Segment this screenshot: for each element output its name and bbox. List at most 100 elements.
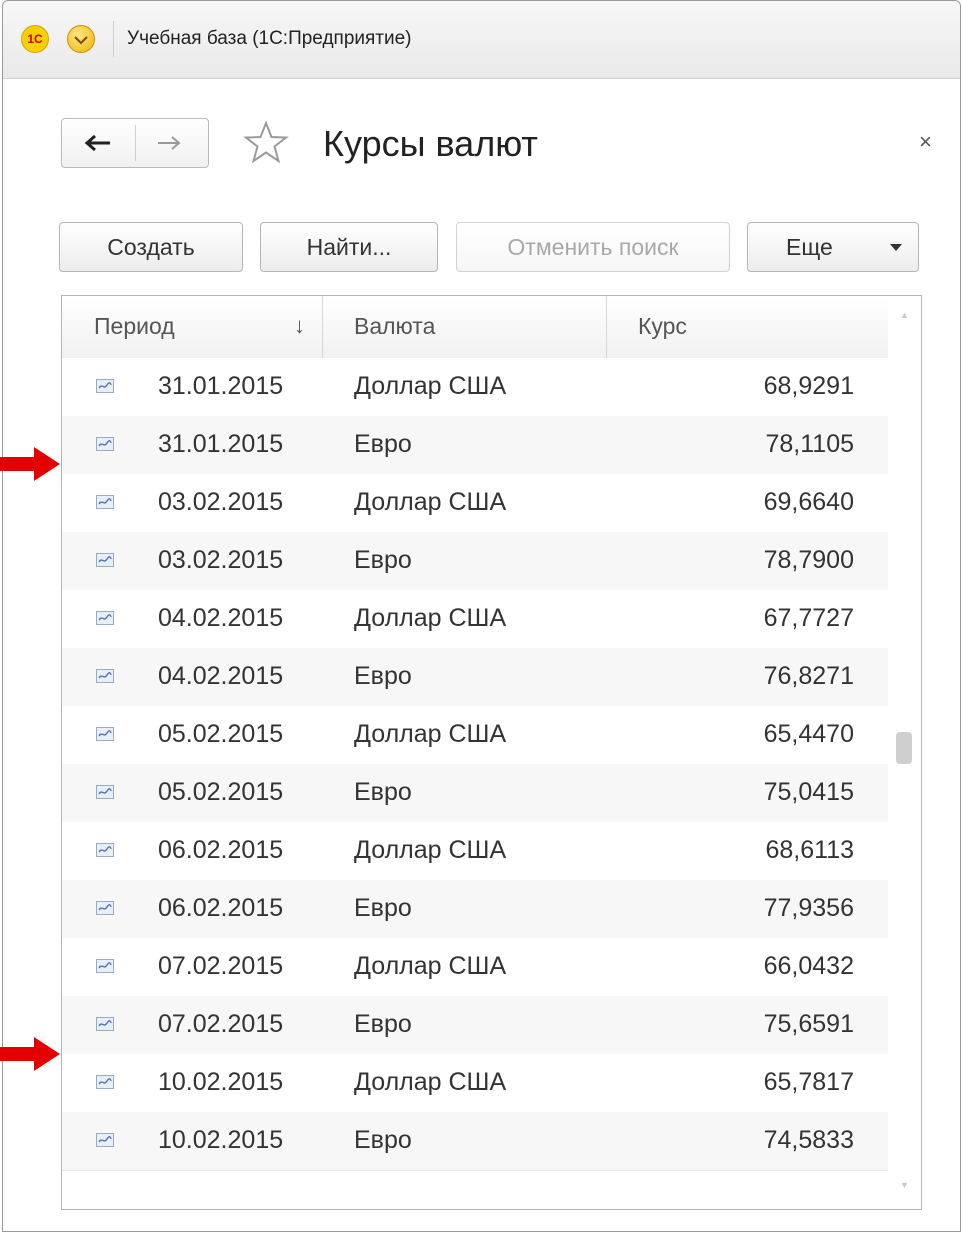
dropdown-caret-icon bbox=[890, 244, 902, 251]
rate-cell: 78,7900 bbox=[763, 546, 854, 574]
table-row[interactable]: 03.02.2015 Доллар США 69,6640 bbox=[62, 474, 888, 533]
period-cell: 07.02.2015 bbox=[158, 952, 284, 980]
rate-cell: 65,7817 bbox=[763, 1068, 854, 1096]
currency-rates-table: Период ↓ Валюта Курс 31.01.2015 Доллар СШ… bbox=[61, 295, 922, 1210]
register-record-icon bbox=[96, 495, 114, 509]
register-record-icon bbox=[96, 785, 114, 799]
scroll-down-icon[interactable]: ▼ bbox=[900, 1180, 909, 1190]
column-header-currency[interactable]: Валюта bbox=[354, 296, 604, 358]
currency-cell: Евро bbox=[354, 430, 412, 458]
app-logo-icon: 1С bbox=[21, 25, 49, 53]
table-row[interactable]: 07.02.2015 Доллар США 66,0432 bbox=[62, 938, 888, 997]
column-header-period[interactable]: Период ↓ bbox=[94, 296, 344, 358]
table-row[interactable]: 31.01.2015 Евро 78,1105 bbox=[62, 416, 888, 475]
register-record-icon bbox=[96, 727, 114, 741]
currency-cell: Доллар США bbox=[354, 372, 507, 400]
register-record-icon bbox=[96, 437, 114, 451]
period-cell: 05.02.2015 bbox=[158, 720, 284, 748]
table-row[interactable]: 05.02.2015 Доллар США 65,4470 bbox=[62, 706, 888, 765]
find-button[interactable]: Найти... bbox=[260, 222, 438, 272]
table-row[interactable]: 04.02.2015 Доллар США 67,7727 bbox=[62, 590, 888, 649]
table-row[interactable]: 10.02.2015 Доллар США 65,7817 bbox=[62, 1054, 888, 1113]
rate-cell: 67,7727 bbox=[763, 604, 854, 632]
register-record-icon bbox=[96, 611, 114, 625]
register-record-icon bbox=[96, 1017, 114, 1031]
forward-button[interactable] bbox=[156, 133, 184, 158]
period-cell: 06.02.2015 bbox=[158, 836, 284, 864]
favorite-star-icon[interactable] bbox=[243, 120, 289, 169]
table-row[interactable]: 06.02.2015 Доллар США 68,6113 bbox=[62, 822, 888, 881]
app-title: Учебная база (1С:Предприятие) bbox=[127, 28, 412, 49]
page-title: Курсы валют bbox=[323, 123, 538, 164]
arrow-left-icon bbox=[84, 134, 110, 152]
column-separator bbox=[322, 296, 323, 358]
close-icon[interactable]: × bbox=[919, 131, 932, 153]
period-cell: 04.02.2015 bbox=[158, 662, 284, 690]
currency-cell: Евро bbox=[354, 1010, 412, 1038]
currency-cell: Доллар США bbox=[354, 488, 507, 516]
more-button-label: Еще bbox=[786, 234, 833, 260]
register-record-icon bbox=[96, 553, 114, 567]
table-row[interactable]: 06.02.2015 Евро 77,9356 bbox=[62, 880, 888, 939]
period-cell: 10.02.2015 bbox=[158, 1068, 284, 1096]
register-record-icon bbox=[96, 959, 114, 973]
currency-cell: Доллар США bbox=[354, 604, 507, 632]
table-row[interactable]: 04.02.2015 Евро 76,8271 bbox=[62, 648, 888, 707]
scroll-thumb[interactable] bbox=[896, 732, 912, 764]
rate-cell: 69,6640 bbox=[763, 488, 854, 516]
table-row[interactable]: 10.02.2015 Евро 74,5833 bbox=[62, 1112, 888, 1171]
period-cell: 31.01.2015 bbox=[158, 372, 284, 400]
rate-cell: 76,8271 bbox=[763, 662, 854, 690]
rate-cell: 68,9291 bbox=[763, 372, 854, 400]
currency-cell: Евро bbox=[354, 662, 412, 690]
register-record-icon bbox=[96, 901, 114, 915]
arrow-right-icon bbox=[158, 136, 181, 150]
table-row[interactable]: 03.02.2015 Евро 78,7900 bbox=[62, 532, 888, 591]
main-menu-button[interactable] bbox=[67, 25, 95, 53]
currency-cell: Доллар США bbox=[354, 720, 507, 748]
rate-cell: 78,1105 bbox=[765, 430, 854, 458]
register-record-icon bbox=[96, 1075, 114, 1089]
rate-cell: 66,0432 bbox=[763, 952, 854, 980]
more-button[interactable]: Еще bbox=[747, 222, 919, 272]
period-cell: 07.02.2015 bbox=[158, 1010, 284, 1038]
rate-cell: 77,9356 bbox=[763, 894, 854, 922]
rate-cell: 74,5833 bbox=[763, 1126, 854, 1154]
app-window: 1С Учебная база (1С:Предприятие) Курсы в… bbox=[2, 0, 961, 1232]
register-record-icon bbox=[96, 1133, 114, 1147]
currency-cell: Евро bbox=[354, 1126, 412, 1154]
create-button[interactable]: Создать bbox=[59, 222, 243, 272]
back-button[interactable] bbox=[84, 133, 112, 158]
register-record-icon bbox=[96, 669, 114, 683]
chevron-down-icon bbox=[74, 36, 88, 45]
period-cell: 03.02.2015 bbox=[158, 488, 284, 516]
vertical-scrollbar[interactable]: ▲ ▼ bbox=[888, 296, 921, 1209]
sort-descending-icon: ↓ bbox=[294, 313, 305, 338]
currency-cell: Доллар США bbox=[354, 836, 507, 864]
period-cell: 06.02.2015 bbox=[158, 894, 284, 922]
table-row[interactable]: 31.01.2015 Доллар США 68,9291 bbox=[62, 358, 888, 417]
annotation-arrow-icon bbox=[0, 1037, 60, 1071]
rate-cell: 75,6591 bbox=[763, 1010, 854, 1038]
navigation-buttons bbox=[61, 118, 209, 168]
nav-divider bbox=[135, 125, 136, 161]
column-header-rate[interactable]: Курс bbox=[638, 296, 888, 358]
table-header: Период ↓ Валюта Курс bbox=[62, 296, 888, 359]
period-cell: 31.01.2015 bbox=[158, 430, 284, 458]
period-cell: 03.02.2015 bbox=[158, 546, 284, 574]
scroll-up-icon[interactable]: ▲ bbox=[900, 310, 909, 320]
register-record-icon bbox=[96, 379, 114, 393]
currency-cell: Евро bbox=[354, 778, 412, 806]
register-record-icon bbox=[96, 843, 114, 857]
title-bar: 1С Учебная база (1С:Предприятие) bbox=[3, 1, 960, 79]
period-cell: 10.02.2015 bbox=[158, 1126, 284, 1154]
period-cell: 05.02.2015 bbox=[158, 778, 284, 806]
rate-cell: 65,4470 bbox=[763, 720, 854, 748]
rate-cell: 75,0415 bbox=[763, 778, 854, 806]
period-cell: 04.02.2015 bbox=[158, 604, 284, 632]
cancel-search-button[interactable]: Отменить поиск bbox=[456, 222, 730, 272]
table-row[interactable]: 05.02.2015 Евро 75,0415 bbox=[62, 764, 888, 823]
currency-cell: Доллар США bbox=[354, 1068, 507, 1096]
column-separator bbox=[606, 296, 607, 358]
table-row[interactable]: 07.02.2015 Евро 75,6591 bbox=[62, 996, 888, 1055]
